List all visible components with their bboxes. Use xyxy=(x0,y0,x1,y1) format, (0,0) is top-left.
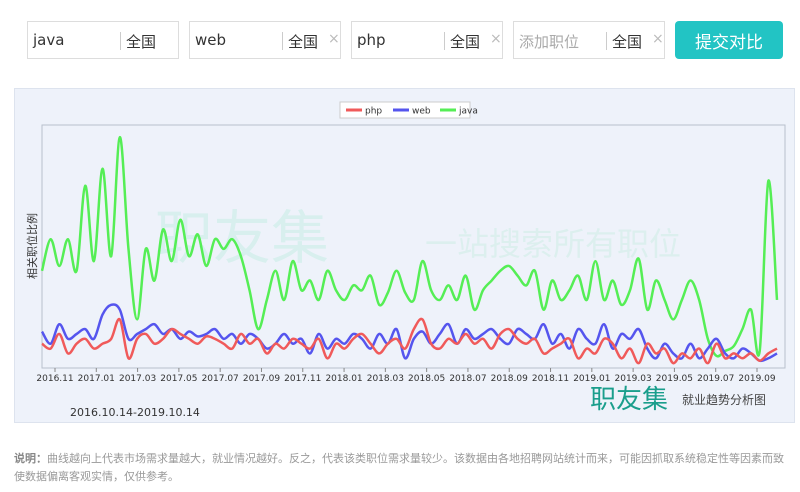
x-tick-label: 2019.07 xyxy=(697,374,734,384)
legend-label-php: php xyxy=(365,107,382,117)
x-tick-label: 2018.05 xyxy=(408,374,445,384)
legend-label-java: java xyxy=(458,107,478,117)
trend-chart: 职友集 一站搜索所有职位 php web java 相关职位比例 2016.11 20… xyxy=(25,101,786,419)
x-tick-label: 2017.05 xyxy=(160,374,197,384)
x-tick-label: 2017.01 xyxy=(78,374,115,384)
footer-brand-subtitle: 就业趋势分析图 xyxy=(682,393,766,407)
x-tick-label: 2019.03 xyxy=(615,374,652,384)
x-tick-label: 2017.03 xyxy=(119,374,156,384)
x-tick-label: 2019.05 xyxy=(656,374,693,384)
legend: php web java xyxy=(339,101,478,119)
x-tick-label: 2019.01 xyxy=(573,374,610,384)
x-tick-label: 2017.09 xyxy=(243,374,280,384)
x-tick-label: 2018.11 xyxy=(532,374,569,384)
footer-brand-logo: 职友集 xyxy=(590,385,668,415)
x-tick-label: 2019.09 xyxy=(738,374,775,384)
date-range: 2016.10.14-2019.10.14 xyxy=(70,406,200,419)
explanation-note: 说明：曲线越向上代表市场需求量越大，就业情况越好。反之，代表该类职位需求量较少。… xyxy=(14,450,789,486)
y-axis-label: 相关职位比例 xyxy=(25,213,39,279)
x-tick-label: 2017.07 xyxy=(202,374,239,384)
x-tick-label: 2016.11 xyxy=(36,374,73,384)
watermark-slogan: 一站搜索所有职位 xyxy=(425,225,681,263)
x-tick-label: 2018.07 xyxy=(449,374,486,384)
note-text: 曲线越向上代表市场需求量越大，就业情况越好。反之，代表该类职位需求量较少。该数据… xyxy=(14,452,784,483)
legend-label-web: web xyxy=(412,107,431,117)
x-tick-label: 2017.11 xyxy=(284,374,321,384)
note-label: 说明： xyxy=(14,452,47,465)
x-tick-label: 2018.01 xyxy=(325,374,362,384)
x-tick-label: 2018.09 xyxy=(491,374,528,384)
x-tick-label: 2018.03 xyxy=(367,374,404,384)
